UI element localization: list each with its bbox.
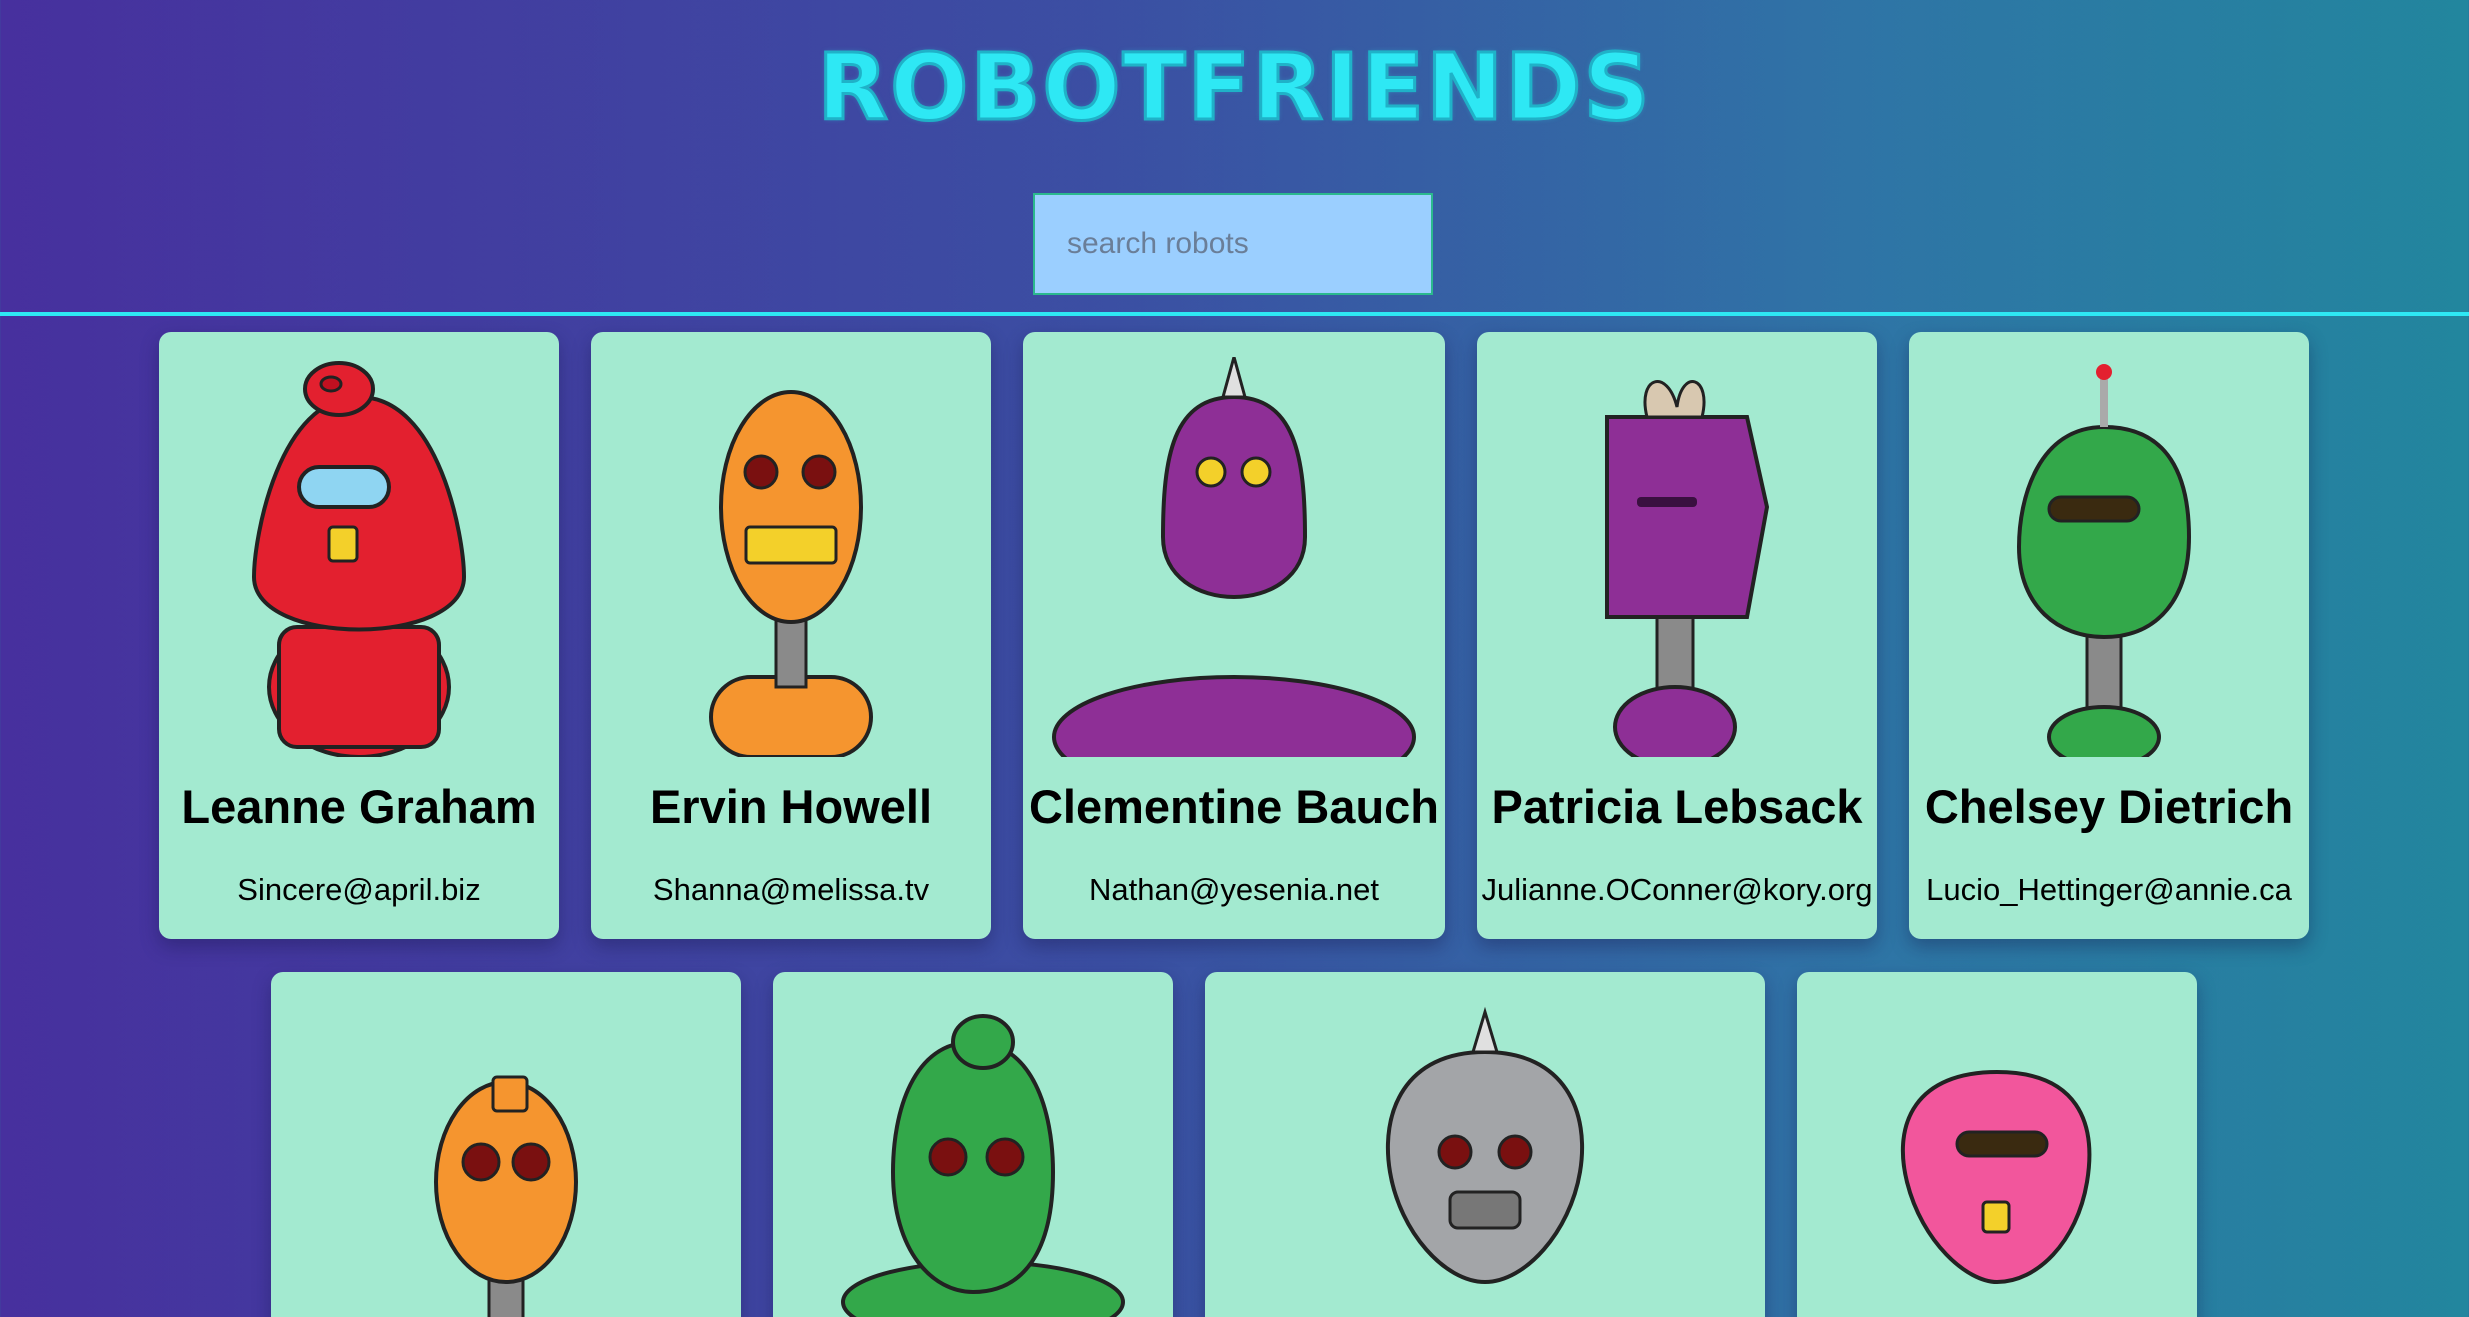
robot-card[interactable]: Leanne Graham Sincere@april.biz xyxy=(159,332,559,939)
robot-avatar-image xyxy=(2016,364,2192,757)
robot-name: Chelsey Dietrich xyxy=(1924,780,2294,833)
header-divider xyxy=(0,312,2469,316)
robot-avatar-image xyxy=(841,1014,1125,1317)
robot-name: Ervin Howell xyxy=(649,780,933,833)
robot-card[interactable]: Patricia Lebsack Julianne.OConner@kory.o… xyxy=(1477,332,1877,939)
robot-card[interactable] xyxy=(1205,972,1765,1317)
robot-avatar-image xyxy=(1052,357,1416,757)
robot-avatar-image xyxy=(1605,380,1770,757)
robot-avatar-image xyxy=(434,1075,578,1317)
robot-avatar-image xyxy=(709,390,873,757)
robot-card[interactable] xyxy=(271,972,741,1317)
robot-card[interactable]: Clementine Bauch Nathan@yesenia.net xyxy=(1023,332,1445,939)
search-input[interactable] xyxy=(1033,193,1433,295)
robot-card[interactable]: Chelsey Dietrich Lucio_Hettinger@annie.c… xyxy=(1909,332,2309,939)
robot-card[interactable] xyxy=(1797,972,2197,1317)
robot-email: Nathan@yesenia.net xyxy=(1089,872,1379,907)
robot-name: Leanne Graham xyxy=(181,780,537,833)
header: ROBOTFRIENDS xyxy=(0,0,2469,314)
robot-email: Lucio_Hettinger@annie.ca xyxy=(1926,872,2292,907)
robot-email: Julianne.OConner@kory.org xyxy=(1481,872,1873,907)
robot-card[interactable] xyxy=(773,972,1173,1317)
robot-email: Sincere@april.biz xyxy=(237,872,481,907)
robot-name: Clementine Bauch xyxy=(1028,780,1440,833)
app-title: ROBOTFRIENDS xyxy=(816,34,1652,141)
robot-avatar-image xyxy=(251,361,467,757)
robot-name: Patricia Lebsack xyxy=(1491,780,1863,833)
robot-email: Shanna@melissa.tv xyxy=(652,872,930,907)
robot-avatar-image xyxy=(1385,1006,1585,1285)
robot-card[interactable]: Ervin Howell Shanna@melissa.tv xyxy=(591,332,991,939)
robot-avatar-image xyxy=(1900,1069,2092,1285)
